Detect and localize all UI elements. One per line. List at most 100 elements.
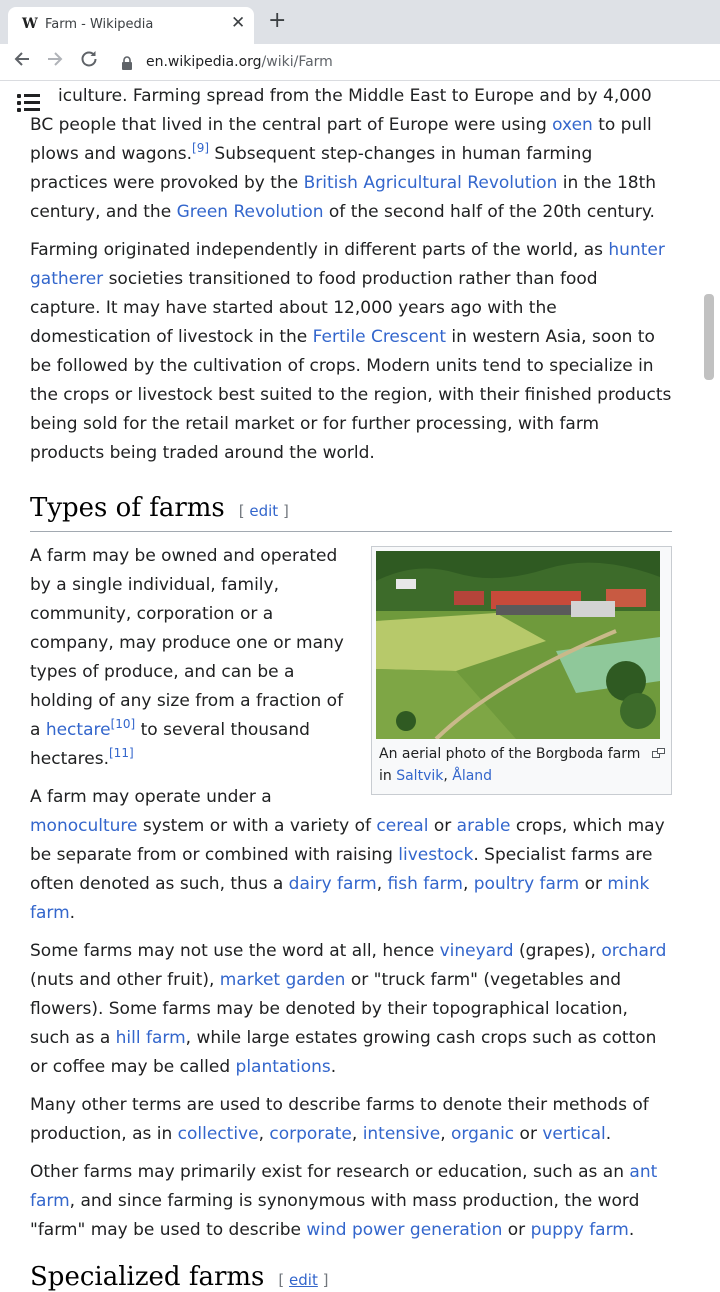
link-arable[interactable]: arable bbox=[457, 816, 511, 836]
types-paragraph-3: Some farms may not use the word at all, … bbox=[30, 937, 672, 1082]
separator: , bbox=[351, 1124, 363, 1144]
text: system or with a variety of bbox=[137, 816, 377, 836]
link-vineyard[interactable]: vineyard bbox=[440, 941, 514, 961]
reference-10[interactable]: [10] bbox=[111, 717, 136, 731]
wikipedia-favicon-icon: W bbox=[22, 16, 38, 32]
bracket: ] bbox=[278, 502, 289, 520]
link-fertile-crescent[interactable]: Fertile Crescent bbox=[313, 327, 446, 347]
separator: , bbox=[258, 1124, 270, 1144]
text: A farm may operate under a bbox=[30, 787, 272, 807]
bracket: [ bbox=[238, 502, 250, 520]
link-intensive[interactable]: intensive bbox=[363, 1124, 441, 1144]
heading-text: Types of farms bbox=[30, 493, 225, 523]
close-tab-icon[interactable]: ✕ bbox=[231, 13, 245, 33]
text: . bbox=[628, 1220, 635, 1240]
back-arrow-icon[interactable] bbox=[12, 49, 32, 74]
link-saltvik[interactable]: Saltvik bbox=[396, 768, 443, 784]
types-paragraph-2: A farm may operate under a monoculture s… bbox=[30, 783, 672, 928]
active-tab[interactable]: W Farm - Wikipedia ✕ bbox=[8, 7, 254, 44]
link-green-revolution[interactable]: Green Revolution bbox=[177, 202, 324, 222]
link-orchard[interactable]: orchard bbox=[601, 941, 666, 961]
toc-dot bbox=[17, 101, 21, 105]
url-path: /wiki/Farm bbox=[261, 54, 333, 70]
aerial-farm-photo[interactable] bbox=[376, 551, 660, 739]
figure-borgboda-farm: An aerial photo of the Borgboda farm in … bbox=[371, 546, 672, 795]
link-collective[interactable]: collective bbox=[178, 1124, 259, 1144]
toc-bar bbox=[24, 108, 40, 111]
intro-paragraph-2: Farming originated independently in diff… bbox=[30, 236, 672, 468]
reference-link[interactable]: [11] bbox=[109, 746, 134, 760]
link-poultry-farm[interactable]: poultry farm bbox=[474, 874, 579, 894]
text: (grapes), bbox=[513, 941, 602, 961]
edit-section-link: [ edit ] bbox=[239, 502, 289, 520]
reference-link[interactable]: [10] bbox=[111, 717, 136, 731]
edit-link[interactable]: edit bbox=[289, 1271, 318, 1289]
text: . bbox=[605, 1124, 612, 1144]
section-heading-types-of-farms: Types of farms [ edit ] bbox=[30, 490, 672, 532]
caption-separator: , bbox=[443, 768, 453, 784]
magnify-icon[interactable] bbox=[652, 743, 666, 765]
text: or bbox=[502, 1220, 531, 1240]
text: Farming originated independently in diff… bbox=[30, 240, 609, 260]
link-livestock[interactable]: livestock bbox=[398, 845, 473, 865]
link-wind-power-generation[interactable]: wind power generation bbox=[306, 1220, 502, 1240]
forward-arrow-icon[interactable] bbox=[45, 49, 65, 74]
link-cereal[interactable]: cereal bbox=[376, 816, 428, 836]
edit-link[interactable]: edit bbox=[249, 502, 278, 520]
text: A farm may be owned and operated by a si… bbox=[30, 546, 344, 740]
figure-caption: An aerial photo of the Borgboda farm in … bbox=[376, 739, 668, 791]
link-monoculture[interactable]: monoculture bbox=[30, 816, 138, 836]
link-aland[interactable]: Åland bbox=[452, 768, 492, 784]
types-paragraph-4: Many other terms are used to describe fa… bbox=[30, 1091, 672, 1149]
edit-section-link: [ edit ] bbox=[278, 1271, 329, 1289]
link-market-garden[interactable]: market garden bbox=[220, 970, 346, 990]
heading-text: Specialized farms bbox=[30, 1262, 265, 1292]
link-fish-farm[interactable]: fish farm bbox=[388, 874, 463, 894]
text: or bbox=[579, 874, 608, 894]
tab-strip: W Farm - Wikipedia ✕ + bbox=[0, 0, 720, 44]
link-oxen[interactable]: oxen bbox=[552, 115, 593, 135]
link-organic[interactable]: organic bbox=[451, 1124, 514, 1144]
link-hill-farm[interactable]: hill farm bbox=[116, 1028, 186, 1048]
link-puppy-farm[interactable]: puppy farm bbox=[531, 1220, 629, 1240]
address-bar[interactable]: en.wikipedia.org/wiki/Farm bbox=[112, 47, 712, 77]
text: or bbox=[514, 1124, 543, 1144]
link-corporate[interactable]: corporate bbox=[269, 1124, 351, 1144]
link-british-agricultural-revolution[interactable]: British Agricultural Revolution bbox=[304, 173, 558, 193]
text: . bbox=[69, 903, 76, 923]
text: . bbox=[330, 1057, 337, 1077]
intro-paragraph-1: iculture. Farming spread from the Middle… bbox=[30, 82, 672, 227]
url-text[interactable]: en.wikipedia.org/wiki/Farm bbox=[146, 54, 333, 70]
url-host: en.wikipedia.org bbox=[146, 54, 262, 70]
toc-bar bbox=[24, 94, 40, 97]
reload-icon[interactable] bbox=[79, 49, 99, 74]
separator: , bbox=[440, 1124, 451, 1144]
reference-link[interactable]: [9] bbox=[192, 141, 209, 155]
link-plantations[interactable]: plantations bbox=[236, 1057, 331, 1077]
toc-dot bbox=[17, 108, 21, 112]
browser-toolbar: en.wikipedia.org/wiki/Farm bbox=[0, 44, 720, 81]
text: or bbox=[428, 816, 457, 836]
article-body: iculture. Farming spread from the Middle… bbox=[30, 82, 672, 1254]
lock-icon[interactable] bbox=[122, 55, 132, 70]
reference-9[interactable]: [9] bbox=[192, 141, 209, 155]
separator: , bbox=[462, 874, 474, 894]
separator: , bbox=[376, 874, 388, 894]
toc-bar bbox=[24, 101, 40, 104]
types-paragraph-5: Other farms may primarily exist for rese… bbox=[30, 1158, 672, 1245]
page-scrollbar-thumb[interactable] bbox=[704, 294, 714, 380]
new-tab-button[interactable]: + bbox=[268, 10, 286, 32]
table-of-contents-icon[interactable] bbox=[16, 92, 42, 114]
text: Other farms may primarily exist for rese… bbox=[30, 1162, 630, 1182]
text: (nuts and other fruit), bbox=[30, 970, 220, 990]
text: Some farms may not use the word at all, … bbox=[30, 941, 440, 961]
section-heading-specialized-farms: Specialized farms [ edit ] bbox=[30, 1262, 328, 1292]
link-vertical[interactable]: vertical bbox=[542, 1124, 605, 1144]
reference-11[interactable]: [11] bbox=[109, 746, 134, 760]
toc-dot bbox=[17, 94, 21, 98]
link-dairy-farm[interactable]: dairy farm bbox=[289, 874, 377, 894]
text: in western Asia, soon to be followed by … bbox=[30, 327, 672, 463]
text: of the second half of the 20th century. bbox=[323, 202, 655, 222]
link-hectare[interactable]: hectare bbox=[46, 720, 111, 740]
tab-title: Farm - Wikipedia bbox=[45, 17, 154, 32]
